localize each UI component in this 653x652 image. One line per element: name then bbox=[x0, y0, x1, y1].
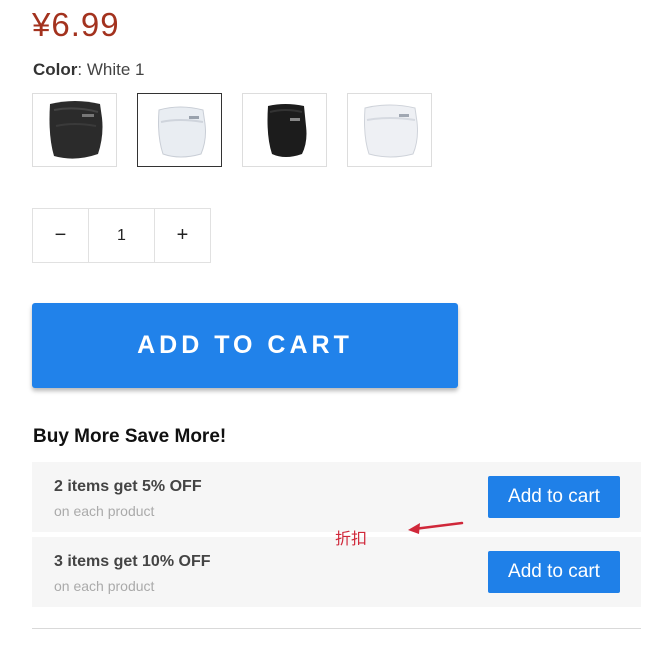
neck-gaiter-black-image bbox=[49, 101, 102, 159]
bulk-add-to-cart-button[interactable]: Add to cart bbox=[488, 476, 620, 518]
annotation-arrow-icon bbox=[408, 521, 464, 534]
add-to-cart-button[interactable]: ADD TO CART bbox=[32, 303, 458, 388]
bulk-offer-row: 2 items get 5% OFF on each product Add t… bbox=[32, 462, 641, 532]
swatch-white-1[interactable] bbox=[137, 93, 222, 167]
swatch-black-2[interactable] bbox=[242, 93, 327, 167]
color-selection-label: Color: White 1 bbox=[33, 60, 145, 79]
bulk-offer-title: 2 items get 5% OFF bbox=[54, 478, 202, 495]
product-price: ¥6.99 bbox=[32, 6, 120, 43]
neck-gaiter-black-image bbox=[267, 104, 306, 157]
decrement-button[interactable]: − bbox=[33, 209, 88, 262]
quantity-stepper: − 1 + bbox=[32, 208, 211, 263]
divider bbox=[32, 628, 641, 629]
bulk-offer-title: 3 items get 10% OFF bbox=[54, 553, 211, 570]
quantity-input[interactable]: 1 bbox=[88, 209, 155, 262]
increment-button[interactable]: + bbox=[155, 209, 210, 262]
neck-gaiter-white-image bbox=[363, 104, 418, 158]
bulk-offer-subtitle: on each product bbox=[54, 503, 155, 519]
neck-gaiter-white-image bbox=[157, 106, 206, 158]
swatch-black-1[interactable] bbox=[32, 93, 117, 167]
color-swatches bbox=[32, 93, 432, 167]
annotation-label: 折扣 bbox=[335, 529, 368, 548]
swatch-white-2[interactable] bbox=[347, 93, 432, 167]
color-label: Color bbox=[33, 60, 78, 79]
bulk-discount-title: Buy More Save More! bbox=[33, 426, 227, 447]
bulk-add-to-cart-button[interactable]: Add to cart bbox=[488, 551, 620, 593]
color-value: White 1 bbox=[86, 60, 145, 79]
bulk-offer-subtitle: on each product bbox=[54, 578, 155, 594]
